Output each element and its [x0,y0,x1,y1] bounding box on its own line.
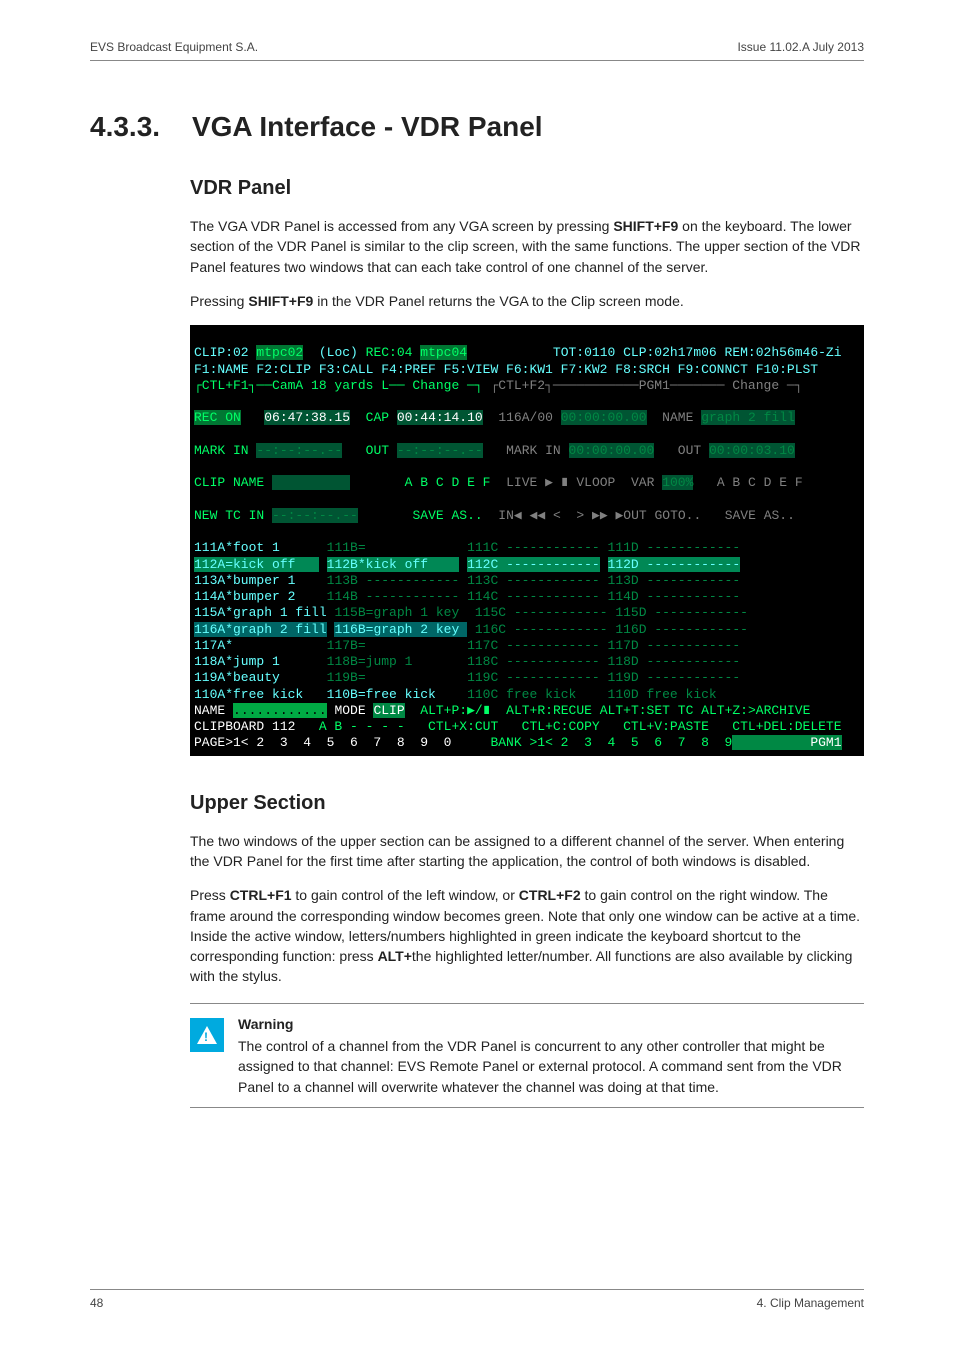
vdr-panel-intro-2: Pressing SHIFT+F9 in the VDR Panel retur… [190,291,864,311]
upper-section-p2: Press CTRL+F1 to gain control of the lef… [190,885,864,986]
section-heading: 4.3.3. VGA Interface - VDR Panel [90,111,864,143]
section-number: 4.3.3. [90,111,160,143]
warning-heading: Warning [238,1014,858,1034]
section-title: VGA Interface - VDR Panel [192,111,543,143]
page-number: 48 [90,1296,103,1310]
footer-chapter: 4. Clip Management [757,1296,864,1310]
warning-icon [190,1018,224,1052]
warning-body: The control of a channel from the VDR Pa… [238,1038,842,1095]
vdr-panel-heading: VDR Panel [190,177,864,200]
terminal-screenshot: CLIP:02 mtpc02 (Loc) REC:04 mtpc04 TOT:0… [190,325,864,756]
vdr-panel-intro-1: The VGA VDR Panel is accessed from any V… [190,216,864,277]
header-rule [90,60,864,61]
upper-section-p1: The two windows of the upper section can… [190,831,864,872]
upper-section-heading: Upper Section [190,792,864,815]
header-right: Issue 11.02.A July 2013 [737,40,864,54]
warning-text: Warning The control of a channel from th… [238,1014,858,1097]
header-left: EVS Broadcast Equipment S.A. [90,40,258,54]
warning-box: Warning The control of a channel from th… [190,1003,864,1108]
